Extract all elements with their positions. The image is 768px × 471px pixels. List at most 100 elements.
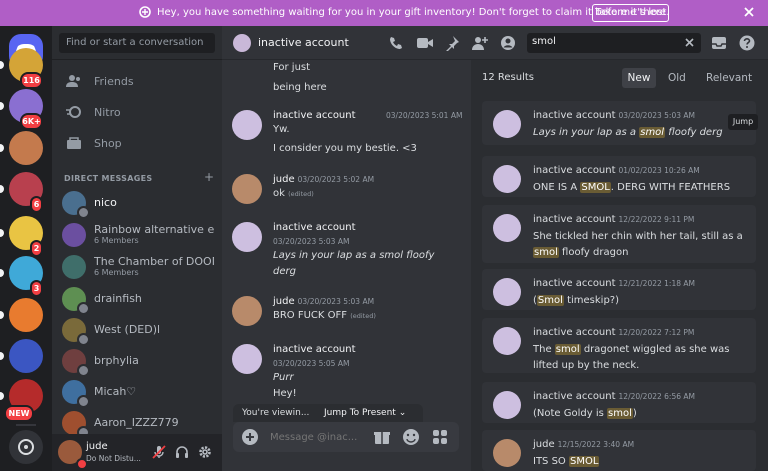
nav-friends[interactable]: Friends (66, 74, 134, 88)
sort-new-tab[interactable]: New (622, 68, 656, 88)
add-friends-to-dm-icon[interactable] (472, 35, 488, 51)
gift-icon (139, 5, 151, 19)
search-result-card[interactable]: inactive account 03/20/2023 5:03 AM Lays i… (482, 101, 758, 145)
server-icon[interactable] (9, 131, 43, 165)
friends-icon (66, 74, 82, 88)
message-timestamp: 03/20/2023 5:02 AM (297, 175, 375, 184)
avatar[interactable] (232, 174, 262, 204)
avatar (62, 223, 86, 247)
edited-label: (edited) (288, 190, 314, 198)
dm-item[interactable]: nico (60, 189, 216, 219)
settings-gear-icon[interactable] (198, 445, 212, 459)
server-icon[interactable] (9, 298, 43, 332)
message-text-content: Lays in your lap as a smol floofy (273, 250, 435, 261)
sort-old-tab[interactable]: Old (668, 72, 686, 84)
search-field[interactable]: smol (527, 33, 701, 53)
result-text-post: floofy dragon (558, 247, 629, 258)
dm-item[interactable]: Aaron_IZZZ779 (60, 409, 216, 439)
result-text-pre: (Note Goldy is (533, 408, 608, 419)
jump-button[interactable]: Jump (728, 114, 758, 130)
message-author[interactable]: inactive account 03/20/2023 5:03 AM (273, 222, 356, 246)
message-text: I consider you my bestie. <3 (273, 143, 417, 154)
voice-call-icon[interactable] (388, 35, 404, 51)
message-text: Purr (273, 372, 294, 383)
muted-mic-icon[interactable] (152, 445, 166, 459)
search-result-card[interactable]: inactive account 12/22/2022 9:11 PM She ti… (482, 205, 756, 263)
avatar[interactable] (232, 344, 262, 374)
emoji-icon[interactable] (402, 428, 420, 446)
unread-indicator (0, 392, 4, 400)
search-result-card[interactable]: inactive account 12/20/2022 6:56 AM (Note … (482, 382, 756, 423)
result-author: inactive account 12/20/2022 6:56 AM (533, 391, 695, 402)
channel-name: inactive account (258, 36, 349, 49)
search-result-card[interactable]: jude 12/15/2022 3:40 AM ITS SO SMOL (482, 430, 756, 471)
jump-to-present-label: Jump To Present (324, 408, 396, 418)
message-author[interactable]: jude 03/20/2023 5:03 AM (273, 296, 374, 307)
dm-item[interactable]: Rainbow alternative e... 6 Members (60, 221, 216, 249)
message-text-content: ok (273, 188, 285, 199)
search-result-card[interactable]: inactive account 12/21/2022 1:18 AM (Smol … (482, 269, 756, 310)
clear-search-icon[interactable] (684, 37, 695, 48)
dm-item[interactable]: drainfish (60, 285, 216, 315)
search-result-card[interactable]: inactive account 12/20/2022 7:12 PM The sm… (482, 318, 756, 373)
message-text: For just (273, 62, 311, 73)
author-name: inactive account (533, 278, 616, 289)
message-text-content: Yw. (273, 124, 290, 135)
unread-indicator (0, 269, 4, 277)
message-input[interactable] (270, 428, 360, 446)
video-call-icon[interactable] (416, 35, 434, 51)
message-author[interactable]: inactive account 03/20/2023 5:01 AM (273, 110, 462, 121)
headphones-icon[interactable] (175, 445, 189, 459)
unread-indicator (0, 352, 4, 360)
sort-relevant-tab[interactable]: Relevant (706, 72, 752, 84)
gift-icon[interactable] (373, 428, 391, 446)
message-timestamp: 03/20/2023 5:01 AM (386, 111, 463, 120)
inbox-icon[interactable] (711, 35, 727, 51)
result-author: jude 12/15/2022 3:40 AM (533, 439, 634, 450)
result-timestamp: 12/22/2022 9:11 PM (618, 215, 695, 224)
message-author[interactable]: jude 03/20/2023 5:02 AM (273, 174, 374, 185)
server-icon[interactable] (9, 339, 43, 373)
nav-shop[interactable]: Shop (66, 136, 122, 150)
avatar[interactable] (232, 222, 262, 252)
dm-item[interactable]: The Chamber of DOOM 6 Members (60, 253, 216, 281)
message-text: Hey! (273, 388, 297, 399)
author-name: inactive account (273, 344, 356, 355)
pin-icon[interactable] (444, 35, 460, 51)
message-text-content: I consider you my bestie. <3 (273, 143, 417, 154)
unread-indicator (0, 144, 4, 152)
discord-window: Hey, you have something waiting for you … (0, 0, 768, 471)
author-name: inactive account (273, 222, 356, 233)
user-profile-icon[interactable] (500, 35, 516, 51)
discover-button[interactable] (9, 430, 43, 464)
help-icon[interactable] (739, 35, 755, 51)
message-text: being here (273, 82, 327, 93)
take-me-there-button[interactable]: Take me there (592, 4, 669, 22)
result-text-post: . DERG WITH FEATHERS (610, 182, 731, 193)
avatar[interactable] (232, 296, 262, 326)
jump-to-present-button[interactable]: Jump To Present ⌄ (324, 408, 406, 418)
message: inactive account 03/20/2023 5:05 AM Purr He… (232, 344, 468, 404)
find-conversation-input[interactable]: Find or start a conversation (59, 33, 215, 53)
close-icon[interactable] (742, 5, 756, 19)
results-count: 12 Results (482, 72, 535, 83)
message-text: Lays in your lap as a smol floofy (273, 250, 434, 261)
search-result-card[interactable]: inactive account 01/02/2023 10:26 AM ONE I… (482, 156, 756, 197)
create-dm-plus-icon[interactable]: + (204, 170, 214, 184)
dm-item[interactable]: Micah♡ (60, 378, 216, 408)
dm-item[interactable]: brphylia (60, 347, 216, 377)
message-author[interactable]: inactive account 03/20/2023 5:05 AM (273, 344, 356, 368)
nav-nitro[interactable]: Nitro (66, 105, 121, 119)
result-text: (Note Goldy is smol) (533, 406, 748, 422)
avatar[interactable] (232, 110, 262, 140)
result-text-pre: ITS SO (533, 456, 569, 467)
unread-indicator (0, 229, 4, 237)
result-text-pre: ONE IS A (533, 182, 581, 193)
add-attachment-icon[interactable] (242, 429, 258, 445)
apps-icon[interactable] (431, 428, 449, 446)
result-text-pre: She tickled her chin with her tail, stil… (533, 231, 743, 242)
avatar (493, 278, 521, 306)
search-value: smol (532, 36, 556, 47)
dm-item[interactable]: West (DED)l (60, 316, 216, 346)
unread-indicator (0, 102, 4, 110)
